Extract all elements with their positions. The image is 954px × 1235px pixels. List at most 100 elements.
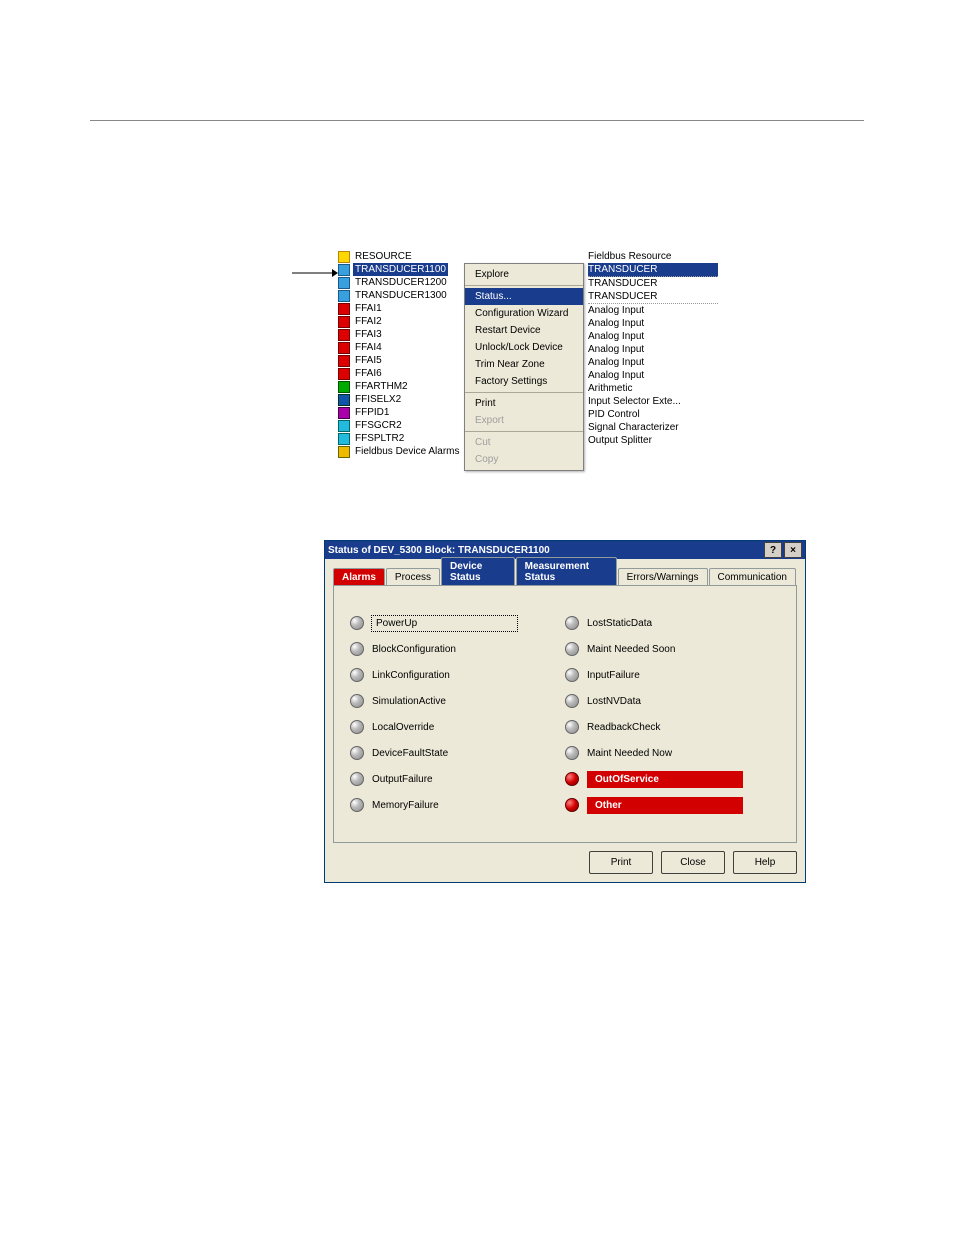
tree-item-label: FFAI6 (353, 367, 384, 380)
type-cell: Fieldbus Resource (588, 250, 718, 263)
tree-item-icon (338, 277, 350, 289)
status-row: MemoryFailure (350, 794, 565, 816)
status-lamp-icon (565, 642, 579, 656)
type-cell: TRANSDUCER (588, 277, 718, 290)
tree-item-icon (338, 264, 350, 276)
help-button[interactable]: Help (733, 851, 797, 874)
type-cell: Signal Characterizer (588, 421, 718, 434)
status-row: LostStaticData (565, 612, 780, 634)
tab-strip[interactable]: AlarmsProcessDevice StatusMeasurement St… (333, 565, 797, 585)
status-row: LocalOverride (350, 716, 565, 738)
tree-item-icon (338, 446, 350, 458)
status-label: BlockConfiguration (372, 644, 456, 655)
status-lamp-icon (565, 694, 579, 708)
status-lamp-icon (565, 668, 579, 682)
print-button[interactable]: Print (589, 851, 653, 874)
tree-item-label: FFSGCR2 (353, 419, 404, 432)
tab[interactable]: Measurement Status (516, 557, 617, 585)
tree-item-label: TRANSDUCER1300 (353, 289, 449, 302)
status-label: SimulationActive (372, 696, 446, 707)
type-cell: Arithmetic (588, 382, 718, 395)
status-row: LostNVData (565, 690, 780, 712)
type-cell: TRANSDUCER (588, 290, 718, 304)
type-cell: Analog Input (588, 369, 718, 382)
tree-item-icon (338, 316, 350, 328)
tab[interactable]: Alarms (333, 568, 385, 585)
status-row: InputFailure (565, 664, 780, 686)
tree-item-label: TRANSDUCER1200 (353, 276, 449, 289)
status-lamp-icon (565, 616, 579, 630)
status-lamp-icon (565, 798, 579, 812)
menu-item[interactable]: Trim Near Zone (465, 356, 583, 373)
horizontal-rule (90, 120, 864, 121)
type-cell: Analog Input (588, 343, 718, 356)
status-lamp-icon (350, 798, 364, 812)
status-row: Maint Needed Now (565, 742, 780, 764)
menu-item[interactable]: Configuration Wizard (465, 305, 583, 322)
tree-item-label: TRANSDUCER1100 (353, 263, 448, 276)
tree-item-icon (338, 290, 350, 302)
tree-item-icon (338, 368, 350, 380)
status-row: Maint Needed Soon (565, 638, 780, 660)
status-lamp-icon (350, 694, 364, 708)
tree-item-label: FFAI5 (353, 354, 384, 367)
menu-item: Cut (465, 434, 583, 451)
tree-item-icon (338, 342, 350, 354)
menu-item[interactable]: Unlock/Lock Device (465, 339, 583, 356)
status-row: ReadbackCheck (565, 716, 780, 738)
status-row: LinkConfiguration (350, 664, 565, 686)
status-lamp-icon (350, 772, 364, 786)
status-label: ReadbackCheck (587, 722, 660, 733)
tab[interactable]: Process (386, 568, 440, 585)
menu-item[interactable]: Restart Device (465, 322, 583, 339)
tab[interactable]: Communication (709, 568, 796, 585)
tree-item-icon (338, 407, 350, 419)
status-label: OutputFailure (372, 774, 433, 785)
status-dialog: Status of DEV_5300 Block: TRANSDUCER1100… (324, 540, 806, 883)
status-lamp-icon (565, 720, 579, 734)
context-menu[interactable]: Explore Status...Configuration WizardRest… (464, 263, 584, 471)
status-row: OutOfService (565, 768, 780, 790)
menu-item[interactable]: Factory Settings (465, 373, 583, 390)
close-icon[interactable]: × (784, 542, 802, 558)
tree-item-icon (338, 394, 350, 406)
tree-item-icon (338, 381, 350, 393)
help-icon[interactable]: ? (764, 542, 782, 558)
type-cell: Output Splitter (588, 434, 718, 447)
status-label: DeviceFaultState (372, 748, 448, 759)
type-cell: Input Selector Exte... (588, 395, 718, 408)
tree-item-icon (338, 355, 350, 367)
status-label: Other (587, 797, 743, 814)
close-button[interactable]: Close (661, 851, 725, 874)
status-row: DeviceFaultState (350, 742, 565, 764)
status-lamp-icon (350, 746, 364, 760)
menu-item[interactable]: Explore (465, 266, 583, 283)
tree-item-icon (338, 329, 350, 341)
status-lamp-icon (565, 772, 579, 786)
tab[interactable]: Device Status (441, 557, 515, 585)
status-label: Maint Needed Soon (587, 644, 675, 655)
status-lamp-icon (350, 720, 364, 734)
status-label: InputFailure (587, 670, 640, 681)
status-label: Maint Needed Now (587, 748, 672, 759)
tree-item[interactable]: RESOURCE (338, 250, 498, 263)
tree-context-screenshot: RESOURCETRANSDUCER1100TRANSDUCER1200TRAN… (338, 250, 718, 455)
menu-item[interactable]: Status... (465, 288, 583, 305)
tree-item-label: FFAI3 (353, 328, 384, 341)
status-label: OutOfService (587, 771, 743, 788)
tree-item-icon (338, 433, 350, 445)
status-lamp-icon (350, 668, 364, 682)
tab[interactable]: Errors/Warnings (618, 568, 708, 585)
menu-item[interactable]: Print (465, 395, 583, 412)
type-cell: TRANSDUCER (588, 263, 718, 277)
status-lamp-icon (565, 746, 579, 760)
status-label: LocalOverride (372, 722, 434, 733)
type-cell (588, 447, 718, 460)
tree-item-label: FFISELX2 (353, 393, 403, 406)
tree-item-label: RESOURCE (353, 250, 414, 263)
button-bar: Print Close Help (333, 851, 797, 874)
pointer-arrow (292, 268, 338, 278)
dialog-title: Status of DEV_5300 Block: TRANSDUCER1100 (328, 545, 550, 556)
tree-item-label: FFAI2 (353, 315, 384, 328)
tree-item-icon (338, 420, 350, 432)
